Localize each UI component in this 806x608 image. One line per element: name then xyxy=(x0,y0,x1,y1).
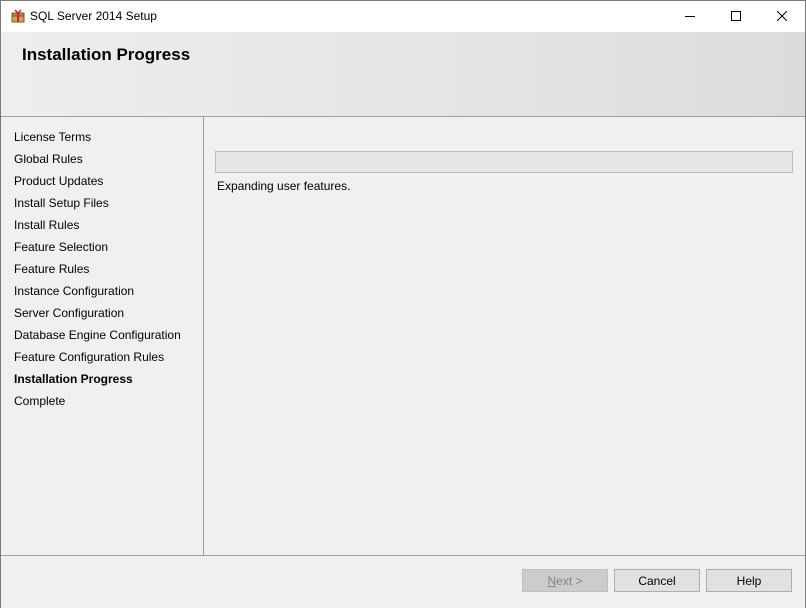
close-icon xyxy=(776,10,788,24)
nav-item-install-rules: Install Rules xyxy=(14,218,80,232)
nav-item-database-engine-configuration: Database Engine Configuration xyxy=(14,328,181,342)
maximize-icon xyxy=(731,10,741,24)
next-button-mnemonic: N xyxy=(547,574,557,588)
installation-progress-bar xyxy=(215,151,793,173)
nav-item-complete: Complete xyxy=(14,394,66,408)
nav-item-installation-progress: Installation Progress xyxy=(14,372,133,386)
minimize-button[interactable] xyxy=(667,1,713,32)
close-button[interactable] xyxy=(759,1,805,32)
sql-setup-box-icon xyxy=(10,8,26,24)
main-content: Expanding user features. xyxy=(204,117,805,555)
nav-item-feature-selection: Feature Selection xyxy=(14,240,109,254)
nav-item-feature-configuration-rules: Feature Configuration Rules xyxy=(14,350,165,364)
next-button-label-rest: ext > xyxy=(556,574,583,588)
help-button[interactable]: Help xyxy=(706,569,792,592)
maximize-button[interactable] xyxy=(713,1,759,32)
next-button-label: Next > xyxy=(547,574,582,588)
page-title: Installation Progress xyxy=(22,45,191,64)
title-bar[interactable]: SQL Server 2014 Setup xyxy=(1,1,805,32)
status-text: Expanding user features. xyxy=(217,179,351,193)
setup-steps-list: License Terms Global Rules Product Updates… xyxy=(14,129,181,415)
nav-item-instance-configuration: Instance Configuration xyxy=(14,284,135,298)
footer-button-bar: Next > Cancel Help xyxy=(1,555,805,608)
setup-window: SQL Server 2014 Setup Installation Progr… xyxy=(0,0,806,608)
window-title: SQL Server 2014 Setup xyxy=(30,9,157,23)
cancel-button[interactable]: Cancel xyxy=(614,569,700,592)
setup-steps-nav: License Terms Global Rules Product Updates… xyxy=(1,117,204,555)
nav-item-feature-rules: Feature Rules xyxy=(14,262,90,276)
next-button[interactable]: Next > xyxy=(522,569,608,592)
nav-item-product-updates: Product Updates xyxy=(14,174,104,188)
minimize-icon xyxy=(685,10,695,24)
nav-item-server-configuration: Server Configuration xyxy=(14,306,125,320)
nav-item-global-rules: Global Rules xyxy=(14,152,83,166)
nav-item-install-setup-files: Install Setup Files xyxy=(14,196,109,210)
page-header: Installation Progress xyxy=(1,32,805,117)
nav-item-license-terms: License Terms xyxy=(14,130,92,144)
